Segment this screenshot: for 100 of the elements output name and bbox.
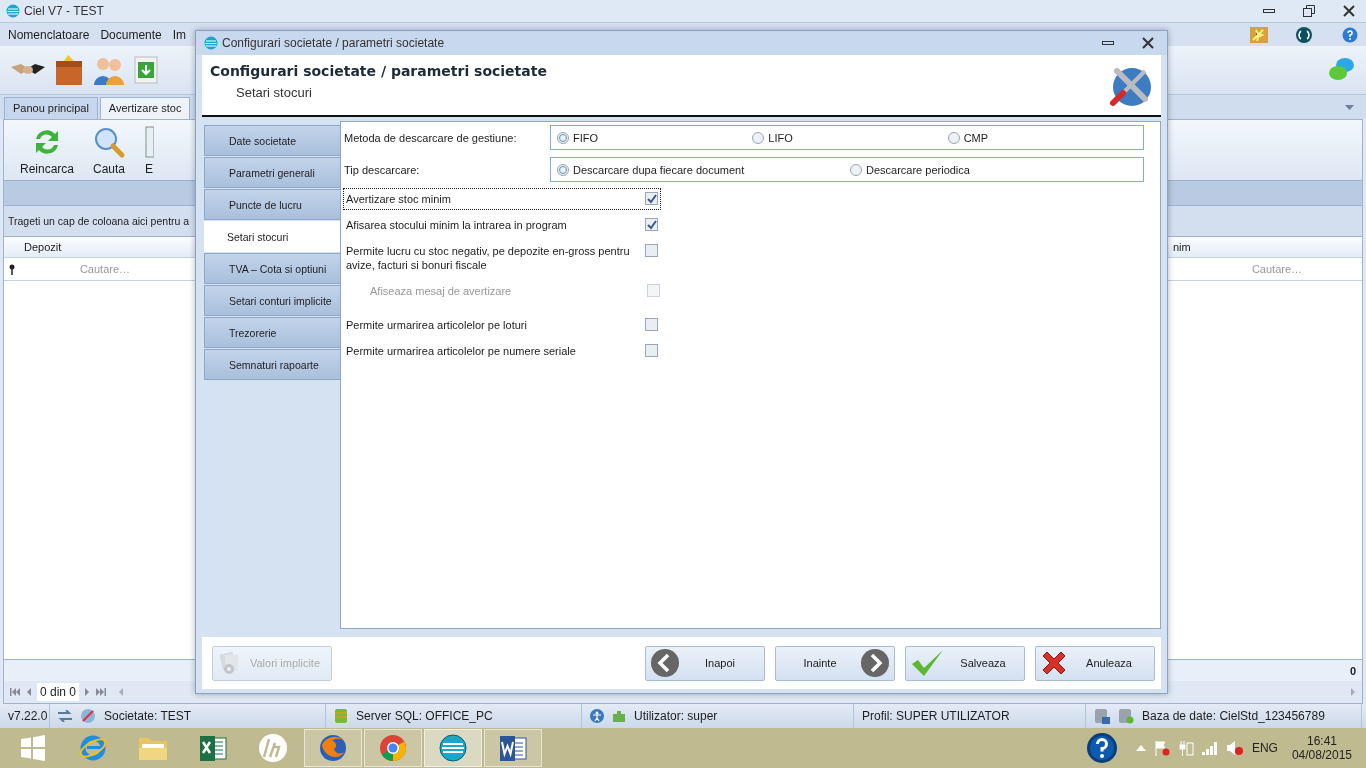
- radio-icon[interactable]: [850, 163, 862, 176]
- database-sync-icon: [1118, 708, 1134, 724]
- tab[interactable]: Panou principal: [4, 97, 98, 119]
- checkbox[interactable]: [645, 244, 658, 257]
- nav-tab[interactable]: Setari stocuri: [204, 221, 340, 252]
- browser-e-icon: [78, 733, 108, 763]
- close-icon[interactable]: [1142, 37, 1154, 49]
- sparkle-icon[interactable]: [1250, 26, 1268, 43]
- radio-option[interactable]: LIFO: [752, 131, 948, 144]
- scroll-left-icon[interactable]: [118, 688, 124, 696]
- radio-icon[interactable]: [947, 131, 960, 144]
- nav-tab[interactable]: Trezorerie: [204, 317, 340, 348]
- caret-icon[interactable]: [1345, 105, 1354, 110]
- striped-globe-icon: [438, 733, 468, 763]
- dialog-button[interactable]: Anuleaza: [1035, 645, 1155, 681]
- flag-icon[interactable]: [1153, 740, 1170, 756]
- dialog-button[interactable]: Inainte: [775, 645, 895, 681]
- taskbar-app[interactable]: [364, 729, 422, 767]
- menu-item[interactable]: Documente: [100, 27, 162, 42]
- fox-globe-icon: [318, 733, 348, 763]
- sheet-icon: [144, 124, 155, 159]
- first-page-icon[interactable]: [10, 688, 20, 696]
- previous-page-icon[interactable]: [26, 688, 31, 696]
- minimize-icon[interactable]: [1263, 9, 1275, 13]
- ribbon-button[interactable]: Cauta: [92, 124, 127, 176]
- help-icon[interactable]: [1085, 732, 1118, 764]
- checkbox-label: Avertizare stoc minim: [346, 192, 452, 206]
- refresh-circle-icon[interactable]: [1295, 25, 1313, 44]
- company-label: Societate: TEST: [104, 709, 192, 723]
- database-label: Baza de date: CielStd_123456789: [1142, 709, 1325, 723]
- database-save-icon: [1094, 708, 1110, 724]
- battery-plug-icon[interactable]: [1177, 740, 1194, 756]
- close-icon: [1040, 649, 1068, 677]
- radio-icon[interactable]: [557, 131, 569, 144]
- network-globe-icon: [80, 708, 96, 724]
- dialog-logo-icon: [204, 36, 218, 50]
- dialog-button[interactable]: Salveaza: [905, 645, 1025, 681]
- checkbox[interactable]: [645, 318, 658, 331]
- restore-icon[interactable]: [1303, 5, 1315, 17]
- checkbox[interactable]: [645, 192, 658, 205]
- profile-label: Profil: SUPER UTILIZATOR: [862, 709, 1010, 723]
- radio-option[interactable]: FIFO: [557, 131, 753, 144]
- ribbon-button[interactable]: E: [144, 124, 155, 176]
- version-label: v7.22.0: [8, 709, 48, 723]
- scroll-right-icon[interactable]: [1351, 688, 1356, 696]
- database-icon: [334, 708, 348, 724]
- ribbon-button[interactable]: Reincarca: [20, 124, 75, 176]
- radio-icon[interactable]: [752, 131, 765, 144]
- dialog-title: Configurari societate / parametri societate: [222, 36, 445, 50]
- taskbar-app[interactable]: [484, 729, 542, 767]
- tab[interactable]: Avertizare stoc: [99, 97, 191, 119]
- radio-option[interactable]: Descarcare dupa fiecare document: [557, 163, 850, 176]
- column-header[interactable]: Depozit: [20, 237, 190, 257]
- field-label: Tip descarcare:: [344, 163, 421, 176]
- accessibility-icon: [590, 709, 604, 723]
- language-indicator[interactable]: ENG: [1251, 741, 1278, 755]
- nav-tab[interactable]: Parametri generali: [204, 157, 340, 188]
- nav-tab[interactable]: Setari conturi implicite: [204, 285, 340, 316]
- checkbox[interactable]: [645, 344, 658, 357]
- dialog-button[interactable]: Inapoi: [645, 645, 765, 681]
- document-w-icon: [498, 733, 528, 763]
- checkbox-label: Afisarea stocului minim la intrarea in program: [346, 218, 568, 232]
- caret-up-icon[interactable]: [1135, 745, 1146, 751]
- nav-tab[interactable]: Semnaturi rapoarte: [204, 349, 340, 380]
- nav-tab[interactable]: TVA – Cota si optiuni: [204, 253, 340, 284]
- spreadsheet-icon: [198, 733, 228, 763]
- checkbox[interactable]: [645, 218, 658, 231]
- radio-option[interactable]: CMP: [947, 131, 1143, 144]
- people-icon[interactable]: [92, 55, 126, 85]
- menu-item[interactable]: Nomenclatoare: [8, 27, 90, 42]
- dialog-heading: Configurari societate / parametri societate: [210, 63, 548, 79]
- nav-tab[interactable]: Puncte de lucru: [204, 189, 340, 220]
- last-page-icon[interactable]: [96, 688, 107, 696]
- checkbox-label: Permite urmarirea articolelor pe numere seriale: [346, 344, 577, 358]
- checkbox-label: Permite urmarirea articolelor pe loturi: [346, 318, 528, 332]
- download-icon[interactable]: [134, 56, 158, 84]
- server-label: Server SQL: OFFICE_PC: [356, 709, 493, 723]
- box-icon[interactable]: [54, 53, 84, 87]
- radio-icon[interactable]: [557, 163, 569, 176]
- taskbar-app[interactable]: [304, 729, 362, 767]
- close-icon[interactable]: [1343, 5, 1355, 17]
- taskbar-app[interactable]: [424, 729, 482, 767]
- next-page-icon[interactable]: [85, 688, 91, 696]
- minimize-icon[interactable]: [1102, 41, 1114, 45]
- nav-tab[interactable]: Date societate: [204, 125, 340, 156]
- signal-bars-icon[interactable]: [1201, 741, 1218, 755]
- window-title: Ciel V7 - TEST: [24, 4, 104, 18]
- chrome-ball-icon: [378, 733, 408, 763]
- checkbox-label: Afiseaza mesaj de avertizare: [370, 284, 513, 298]
- dialog-subheading: Setari stocuri: [236, 85, 313, 100]
- clock[interactable]: 16:41 04/08/2015: [1285, 734, 1358, 762]
- windows-logo-icon: [20, 735, 46, 761]
- right-arrow-circle-icon: [860, 648, 890, 678]
- menu-item[interactable]: Im: [172, 27, 187, 42]
- checkmark-icon: [910, 648, 946, 678]
- puzzle-icon: [612, 709, 626, 723]
- column-header[interactable]: nim: [1169, 237, 1362, 257]
- app-logo-icon: [6, 4, 20, 18]
- muted-speaker-icon[interactable]: [1225, 740, 1244, 756]
- radio-option[interactable]: Descarcare periodica: [850, 163, 1143, 176]
